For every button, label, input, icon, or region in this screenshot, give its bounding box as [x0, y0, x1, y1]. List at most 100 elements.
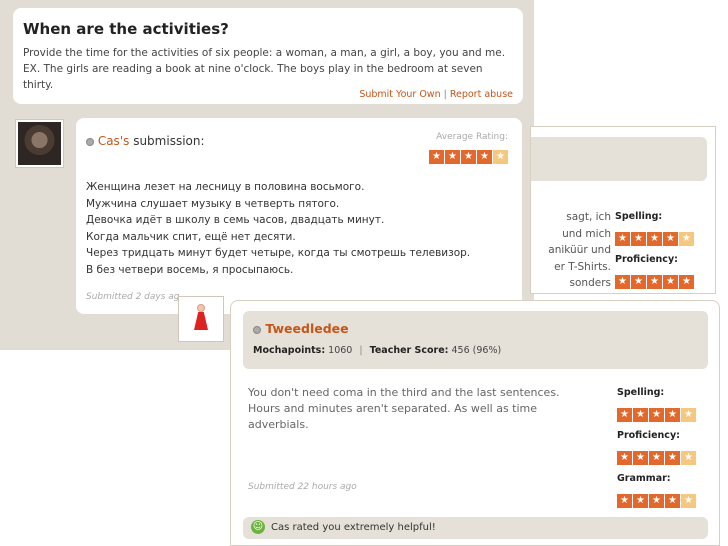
star-icon: ★	[647, 232, 662, 246]
submit-your-own-link[interactable]: Submit Your Own	[359, 89, 440, 100]
background-correction-card: sagt, ich und mich aniküür und er T-Shir…	[530, 126, 716, 294]
status-dot-icon	[253, 325, 261, 334]
tweedledee-avatar[interactable]	[178, 296, 224, 342]
star-icon: ★	[649, 408, 664, 422]
star-icon: ★	[617, 451, 632, 465]
star-icon: ★	[665, 408, 680, 422]
background-text-line: er T-Shirts.	[554, 260, 611, 273]
link-separator: |	[443, 89, 447, 100]
rating-label: Spelling:	[615, 211, 663, 222]
rating-group-proficiency: Proficiency: ★ ★ ★ ★ ★	[617, 430, 696, 465]
rating-stars: ★ ★ ★ ★ ★	[615, 232, 694, 246]
star-icon: ★	[647, 275, 662, 289]
doll-dress	[194, 312, 208, 330]
star-icon: ★	[649, 451, 664, 465]
background-card-header	[531, 137, 707, 181]
submission-author-link[interactable]: Cas's	[98, 134, 130, 148]
submission-line: В без четвери восемь, я просыпаюсь.	[86, 263, 294, 276]
submission-text: Женщина лезет на лесницу в половина вось…	[86, 179, 470, 279]
correction-header: Tweedledee Mochapoints: 1060 | Teacher S…	[243, 311, 708, 369]
prompt-description: Provide the time for the activities of s…	[23, 47, 506, 91]
star-icon: ★	[633, 494, 648, 508]
submitted-time: Submitted 22 hours ago	[248, 482, 357, 492]
rating-label: Proficiency:	[617, 430, 680, 441]
star-icon: ★	[631, 232, 646, 246]
helpful-rating-text: Cas rated you extremely helpful!	[271, 522, 436, 533]
star-icon: ★	[665, 451, 680, 465]
avatar-photo	[18, 122, 61, 165]
correction-author-link[interactable]: Tweedledee	[265, 321, 348, 336]
background-ratings: Spelling: ★ ★ ★ ★ ★ Proficiency: ★ ★ ★ ★ ★	[615, 211, 694, 297]
rating-stars: ★ ★ ★ ★ ★	[615, 275, 694, 289]
star-icon: ★	[663, 275, 678, 289]
rating-group-spelling: Spelling: ★ ★ ★ ★ ★	[615, 211, 694, 246]
author-stats: Mochapoints: 1060 | Teacher Score: 456 (…	[253, 345, 501, 356]
prompt-links: Submit Your Own | Report abuse	[359, 89, 513, 100]
doll-avatar-icon	[194, 304, 208, 334]
rating-stars[interactable]: ★ ★ ★ ★ ★	[617, 494, 696, 508]
submission-line: Через тридцать минут будет четыре, когда…	[86, 247, 471, 260]
rating-label: Spelling:	[617, 387, 665, 398]
average-rating-stars: ★ ★ ★ ★ ★	[429, 150, 508, 164]
rating-group-proficiency: Proficiency: ★ ★ ★ ★ ★	[615, 254, 694, 289]
star-icon: ★	[681, 494, 696, 508]
star-icon: ★	[663, 232, 678, 246]
mochapoints-label: Mochapoints:	[253, 345, 326, 356]
star-icon: ★	[617, 408, 632, 422]
star-icon: ★	[477, 150, 492, 164]
teacher-score-label: Teacher Score:	[369, 345, 449, 356]
doll-head	[197, 304, 205, 312]
average-rating-label: Average Rating:	[436, 132, 508, 142]
star-icon: ★	[429, 150, 444, 164]
rating-label: Proficiency:	[615, 254, 678, 265]
rating-label: Grammar:	[617, 473, 671, 484]
correction-comment: You don't need coma in the third and the…	[248, 386, 560, 431]
tweedledee-correction-card: Tweedledee Mochapoints: 1060 | Teacher S…	[230, 300, 720, 546]
star-icon: ★	[615, 275, 630, 289]
star-icon: ★	[679, 232, 694, 246]
star-icon: ★	[461, 150, 476, 164]
status-dot-icon	[86, 137, 94, 146]
star-icon: ★	[681, 408, 696, 422]
submission-line: Девочка идёт в школу в семь часов, двадц…	[86, 214, 385, 227]
star-icon: ★	[631, 275, 646, 289]
star-icon: ★	[633, 451, 648, 465]
teacher-score-value: 456 (96%)	[451, 345, 502, 356]
average-rating: Average Rating: ★ ★ ★ ★ ★	[429, 132, 508, 164]
rating-group-spelling: Spelling: ★ ★ ★ ★ ★	[617, 387, 696, 422]
submission-line: Когда мальчик спит, ещё нет десяти.	[86, 230, 296, 243]
cas-submission-card: Cas's submission: Average Rating: ★ ★ ★ ★ ★ …	[76, 118, 522, 314]
submission-line: Женщина лезет на лесницу в половина вось…	[86, 181, 365, 193]
background-text-line: sonders	[569, 277, 611, 289]
rating-stars[interactable]: ★ ★ ★ ★ ★	[617, 451, 696, 465]
background-text-line: aniküür und	[548, 244, 611, 256]
background-text-line: sagt, ich	[566, 211, 611, 223]
cas-avatar[interactable]	[15, 119, 64, 168]
submitted-time: Submitted 2 days ag	[86, 292, 180, 302]
star-icon: ★	[633, 408, 648, 422]
submission-label: submission:	[129, 134, 205, 148]
background-text-line: und mich	[562, 227, 611, 240]
star-icon: ★	[679, 275, 694, 289]
star-icon: ★	[615, 232, 630, 246]
rating-group-grammar: Grammar: ★ ★ ★ ★ ★	[617, 473, 696, 508]
stats-separator: |	[359, 345, 363, 356]
prompt-title: When are the activities?	[23, 20, 229, 38]
report-abuse-link[interactable]: Report abuse	[450, 89, 513, 100]
activity-prompt-card: When are the activities? Provide the tim…	[13, 8, 523, 104]
star-icon: ★	[445, 150, 460, 164]
submission-line: Мужчина слушает музыку в четверть пятого…	[86, 197, 340, 210]
star-icon: ★	[681, 451, 696, 465]
smiley-icon: ☺	[251, 520, 265, 534]
mochapoints-value: 1060	[328, 345, 353, 356]
star-icon: ★	[665, 494, 680, 508]
star-icon: ★	[493, 150, 508, 164]
star-icon: ★	[617, 494, 632, 508]
submission-header: Cas's submission:	[86, 134, 205, 148]
star-icon: ★	[649, 494, 664, 508]
background-card-text: sagt, ich und mich aniküür und er T-Shir…	[531, 209, 611, 292]
correction-author: Tweedledee	[253, 321, 349, 336]
rating-stars[interactable]: ★ ★ ★ ★ ★	[617, 408, 696, 422]
helpful-rating-banner: ☺ Cas rated you extremely helpful!	[243, 517, 708, 539]
correction-ratings: Spelling: ★ ★ ★ ★ ★ Proficiency: ★ ★ ★ ★ ★ Gramm…	[617, 387, 696, 516]
